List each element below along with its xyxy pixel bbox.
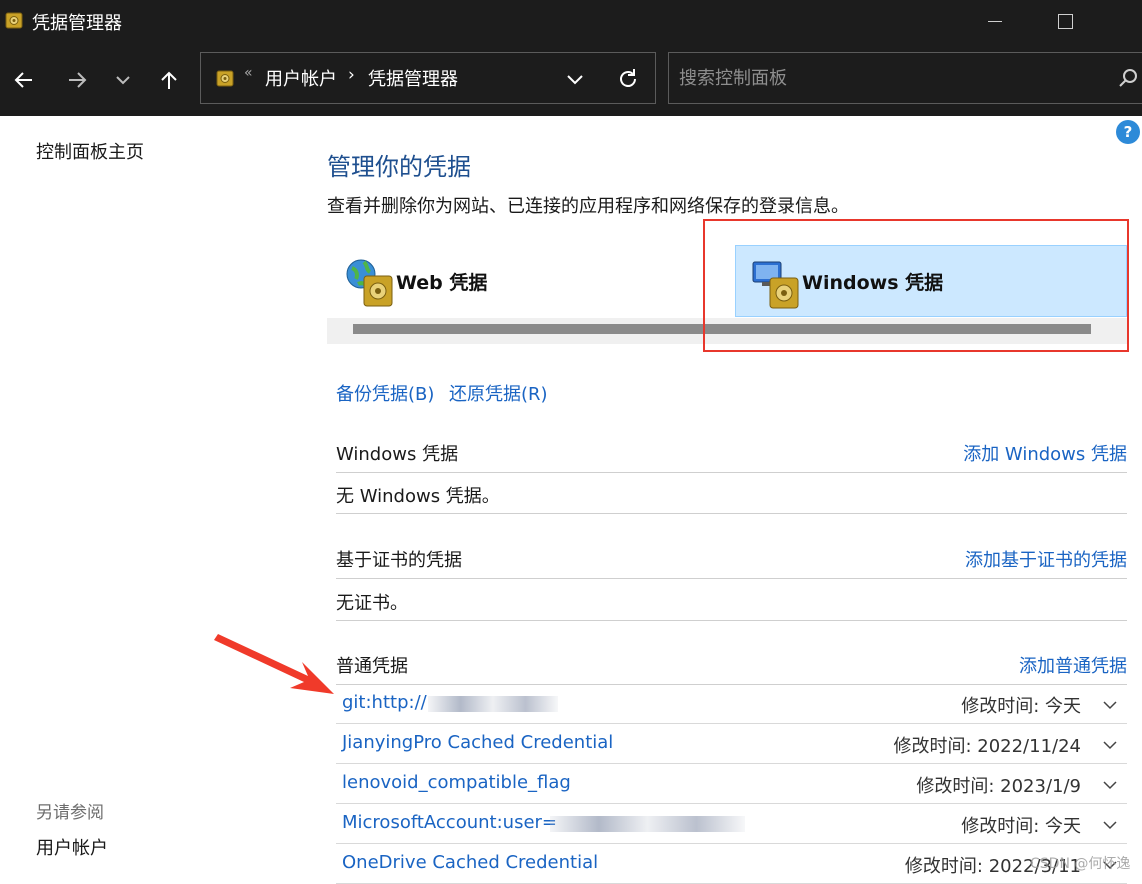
maximize-button[interactable] xyxy=(1036,0,1094,42)
minimize-icon xyxy=(988,20,1002,22)
web-credentials-tile[interactable]: Web 凭据 xyxy=(340,252,560,308)
redacted-blur xyxy=(550,816,745,832)
credential-modified: 修改时间: 今天 xyxy=(961,696,1081,717)
back-button[interactable] xyxy=(8,64,40,96)
up-button[interactable] xyxy=(153,64,185,96)
annotation-arrow-icon xyxy=(214,634,334,694)
user-accounts-link[interactable]: 用户帐户 xyxy=(36,834,108,860)
refresh-icon[interactable] xyxy=(615,66,641,92)
credential-row-onedrive[interactable]: OneDrive Cached Credential 修改时间: 2022/3/… xyxy=(336,844,1127,884)
certificate-credentials-heading: 基于证书的凭据 xyxy=(336,550,462,571)
maximize-icon xyxy=(1057,13,1073,29)
credential-name: OneDrive Cached Credential xyxy=(342,852,599,873)
generic-credentials-heading: 普通凭据 xyxy=(336,656,408,677)
chevron-down-icon[interactable] xyxy=(563,67,587,91)
section-divider xyxy=(336,513,1127,514)
arrow-right-icon xyxy=(69,72,87,88)
web-credential-vault-icon xyxy=(346,259,393,307)
credential-row-jianying[interactable]: JianyingPro Cached Credential 修改时间: 2022… xyxy=(336,724,1127,764)
credential-name: JianyingPro Cached Credential xyxy=(342,732,614,753)
navigation-bar: « 用户帐户 › 凭据管理器 xyxy=(0,42,1142,116)
window-title: 凭据管理器 xyxy=(32,13,122,34)
add-windows-credential-link[interactable]: 添加 Windows 凭据 xyxy=(963,440,1127,466)
forward-button[interactable] xyxy=(61,64,93,96)
credential-row-microsoftaccount[interactable]: MicrosoftAccount:user= 修改时间: 今天 xyxy=(336,804,1127,844)
minimize-button[interactable] xyxy=(966,0,1024,42)
chevron-down-icon xyxy=(1103,701,1117,710)
credential-modified: 修改时间: 今天 xyxy=(961,816,1081,837)
chevron-down-icon xyxy=(1103,781,1117,790)
windows-credentials-tile[interactable]: Windows 凭据 xyxy=(735,245,1127,317)
tile-scrollbar[interactable] xyxy=(353,324,1091,334)
credential-name: git:http:// xyxy=(342,692,427,713)
section-divider xyxy=(336,620,1127,621)
see-also-heading: 另请参阅 xyxy=(36,803,104,823)
arrow-up-icon xyxy=(161,71,177,89)
search-icon[interactable] xyxy=(1117,67,1139,89)
windows-credentials-label: Windows 凭据 xyxy=(802,272,944,294)
redacted-blur xyxy=(428,696,558,712)
recent-locations-button[interactable] xyxy=(107,64,139,96)
search-box[interactable] xyxy=(668,52,1142,104)
breadcrumb-credential-manager[interactable]: 凭据管理器 xyxy=(368,65,458,91)
windows-credentials-heading: Windows 凭据 xyxy=(336,444,459,465)
backup-credentials-link[interactable]: 备份凭据(B) xyxy=(336,380,434,406)
credential-row-lenovoid[interactable]: lenovoid_compatible_flag 修改时间: 2023/1/9 xyxy=(336,764,1127,804)
add-generic-credential-link[interactable]: 添加普通凭据 xyxy=(1019,652,1127,678)
page-description: 查看并删除你为网站、已连接的应用程序和网络保存的登录信息。 xyxy=(327,196,849,217)
section-divider xyxy=(336,472,1127,473)
credential-row-git[interactable]: git:http:// 修改时间: 今天 xyxy=(336,684,1127,724)
web-credentials-label: Web 凭据 xyxy=(396,272,488,294)
page-title: 管理你的凭据 xyxy=(327,153,471,181)
title-bar: 凭据管理器 xyxy=(0,0,1142,42)
arrow-left-icon xyxy=(14,72,32,88)
breadcrumb-separator[interactable]: › xyxy=(348,65,355,85)
credential-vault-icon xyxy=(216,70,234,87)
certificate-credentials-empty: 无证书。 xyxy=(336,593,408,614)
credential-vault-icon xyxy=(5,12,23,29)
search-input[interactable] xyxy=(679,65,1099,91)
address-bar[interactable]: « 用户帐户 › 凭据管理器 xyxy=(200,52,656,104)
breadcrumb-user-accounts[interactable]: 用户帐户 xyxy=(265,65,337,91)
windows-credentials-empty: 无 Windows 凭据。 xyxy=(336,486,500,507)
windows-credential-vault-icon xyxy=(752,261,799,309)
credential-modified: 修改时间: 2022/11/24 xyxy=(893,736,1081,757)
breadcrumb-overflow[interactable]: « xyxy=(244,65,253,81)
chevron-down-icon xyxy=(116,76,130,85)
watermark: CSDN @何怀逸 xyxy=(1030,856,1131,872)
chevron-down-icon xyxy=(1103,821,1117,830)
restore-credentials-link[interactable]: 还原凭据(R) xyxy=(449,380,548,406)
help-icon: ? xyxy=(1123,123,1133,141)
credential-modified: 修改时间: 2023/1/9 xyxy=(916,776,1081,797)
help-button[interactable]: ? xyxy=(1116,120,1140,144)
credential-name: lenovoid_compatible_flag xyxy=(342,772,571,793)
control-panel-home-link[interactable]: 控制面板主页 xyxy=(36,138,144,164)
chevron-down-icon xyxy=(1103,741,1117,750)
credential-name: MicrosoftAccount:user= xyxy=(342,812,557,833)
add-certificate-credential-link[interactable]: 添加基于证书的凭据 xyxy=(965,546,1127,572)
section-divider xyxy=(336,578,1127,579)
